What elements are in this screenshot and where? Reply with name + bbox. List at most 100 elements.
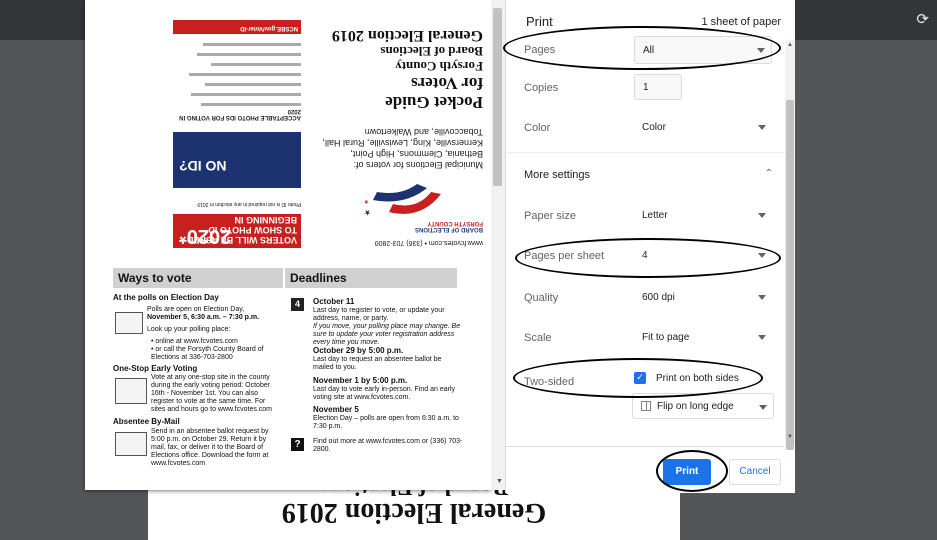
scale-label: Scale	[524, 332, 552, 344]
preview-scrollbar[interactable]: ▼	[491, 0, 505, 490]
pages-per-sheet-label: Pages per sheet	[524, 250, 605, 262]
color-row: Color Color	[506, 106, 785, 152]
deadlines-header: Deadlines	[285, 268, 457, 288]
ways-to-vote-header: Ways to vote	[113, 268, 283, 288]
onestop-title: One-Stop Early Voting	[113, 364, 198, 373]
id-list-line	[205, 83, 301, 86]
nov5-title: November 5	[313, 405, 359, 414]
for-voters-title: for Voters	[411, 74, 483, 93]
oct11-text: Last day to register to vote, or update …	[313, 307, 445, 322]
two-sided-check-label[interactable]: Print on both sides	[656, 373, 739, 384]
color-label: Color	[524, 122, 551, 134]
page-flip-icon	[641, 401, 651, 411]
id-list-line	[191, 93, 301, 96]
preview-scrollbar-thumb[interactable]	[493, 8, 502, 186]
photo-note: Photo ID is not required in any election…	[197, 201, 301, 207]
id-list-line	[211, 63, 301, 66]
voter-id-column: VOTERS WILL BE ASKED TO SHOW PHOTO ID BE…	[101, 4, 301, 248]
cancel-button[interactable]: Cancel	[729, 459, 781, 485]
scale-value: Fit to page	[642, 332, 690, 343]
pages-per-sheet-row: Pages per sheet 4	[506, 234, 785, 280]
oct11-title: October 11	[313, 297, 355, 306]
forsyth-title: Forsyth County	[395, 59, 483, 74]
settings-scrollbar-thumb[interactable]	[786, 100, 794, 450]
absentee-text: Send in an absentee ballot request by 5:…	[151, 428, 269, 467]
id-list-line	[201, 103, 301, 106]
settings-scrollbar[interactable]: ▲ ▼	[785, 40, 795, 450]
upside-down-cover: www.fcvotes.com • (336) 703-2800 BOARD O…	[85, 0, 491, 252]
quality-select[interactable]: 600 dpi	[634, 284, 772, 312]
ncsbe-banner: NCSBE.gov/Voter-ID	[173, 20, 301, 34]
general-election-title: General Election 2019	[331, 27, 483, 44]
pages-per-sheet-select[interactable]: 4	[634, 242, 772, 270]
two-sided-label: Two-sided	[524, 376, 575, 388]
onestop-text: Vote at any one-stop site in the county …	[151, 374, 272, 413]
quality-value: 600 dpi	[642, 292, 675, 303]
findout-text: Find out more at www.fcvotes.com or (336…	[313, 438, 463, 453]
no-id-panel: NO ID?	[173, 132, 301, 188]
mail-icon	[115, 432, 147, 456]
polls-time: November 5, 6:30 a.m. – 7:30 p.m.	[147, 314, 260, 321]
acceptable-heading: ACCEPTABLE PHOTO IDS FOR VOTING IN 2020	[179, 108, 301, 120]
municipal-text: Municipal Elections for voters of: Betha…	[322, 127, 483, 170]
print-button[interactable]: Print	[663, 459, 711, 485]
oct11-note: If you move, your polling place may chan…	[313, 323, 461, 346]
pages-per-sheet-value: 4	[642, 250, 648, 261]
online-text: • online at www.fcvotes.com	[151, 338, 238, 345]
chevron-down-icon	[758, 295, 766, 300]
more-settings-label: More settings	[524, 169, 591, 181]
scale-row: Scale Fit to page	[506, 316, 785, 362]
oct29-title: October 29 by 5:00 p.m.	[313, 346, 404, 355]
print-title: Print	[526, 14, 553, 29]
chevron-down-icon	[758, 335, 766, 340]
chevron-down-icon	[757, 48, 765, 53]
pages-value: All	[643, 45, 655, 56]
photo-id-banner: VOTERS WILL BE ASKED TO SHOW PHOTO ID BE…	[173, 214, 301, 248]
chevron-down-icon	[758, 125, 766, 130]
website-line: www.fcvotes.com • (336) 703-2800	[374, 239, 483, 246]
quality-label: Quality	[524, 292, 559, 304]
calendar-day-icon: 4	[291, 298, 304, 311]
print-settings-panel: Print 1 sheet of paper Pages All Copies …	[505, 0, 795, 493]
lookup-text: Look up your polling place:	[147, 326, 231, 333]
oct29-text: Last day to request an absentee ballot b…	[313, 356, 442, 371]
scroll-down-arrow-icon[interactable]: ▼	[787, 434, 793, 440]
copies-label: Copies	[524, 82, 559, 94]
svg-text:★: ★	[364, 208, 371, 217]
ballot-box-icon	[115, 312, 143, 334]
flip-edge-value: Flip on long edge	[657, 401, 734, 412]
scroll-up-arrow-icon[interactable]: ▲	[787, 42, 793, 48]
flip-edge-select[interactable]: Flip on long edge	[632, 393, 774, 419]
copies-input[interactable]: 1	[634, 74, 682, 100]
pages-select[interactable]: All	[634, 36, 772, 64]
paper-size-value: Letter	[642, 210, 668, 221]
question-icon: ?	[291, 438, 304, 451]
pocket-guide-title: Pocket Guide	[385, 93, 483, 112]
absentee-title: Absentee By-Mail	[113, 417, 180, 426]
sheet-count: 1 sheet of paper	[701, 16, 781, 28]
id-list-line	[189, 73, 301, 76]
chevron-down-icon	[758, 253, 766, 258]
board-title: Board of Elections	[380, 44, 483, 59]
paper-size-select[interactable]: Letter	[634, 202, 772, 230]
checkmark-icon[interactable]: ✓	[634, 372, 646, 384]
more-settings-row[interactable]: More settings ⌃	[506, 152, 785, 199]
scale-select[interactable]: Fit to page	[634, 324, 772, 352]
color-select[interactable]: Color	[634, 114, 772, 142]
chevron-up-icon[interactable]: ⌃	[765, 168, 773, 179]
print-preview-page: www.fcvotes.com • (336) 703-2800 BOARD O…	[85, 0, 491, 490]
bg-line-1: General Election 2019	[281, 497, 547, 528]
nov5-text: Election Day – polls are open from 6:30 …	[313, 415, 459, 430]
svg-text:★: ★	[364, 198, 369, 205]
rotate-icon[interactable]: ⟳	[916, 10, 929, 28]
calendar-icon	[115, 378, 147, 404]
call-text: • or call the Forsyth County Board of El…	[151, 346, 264, 361]
election-logo: ★ ★	[364, 184, 441, 217]
nov1-text: Last day to vote early in-person. Find a…	[313, 386, 456, 401]
print-footer: Print Cancel	[506, 446, 785, 493]
pages-label: Pages	[524, 44, 556, 56]
polls-open: Polls are open on Election Day,	[147, 306, 245, 313]
scroll-down-arrow-icon[interactable]: ▼	[496, 478, 503, 485]
chevron-down-icon	[759, 405, 767, 410]
cover-titles: Pocket Guide for Voters Forsyth County B…	[283, 27, 483, 112]
